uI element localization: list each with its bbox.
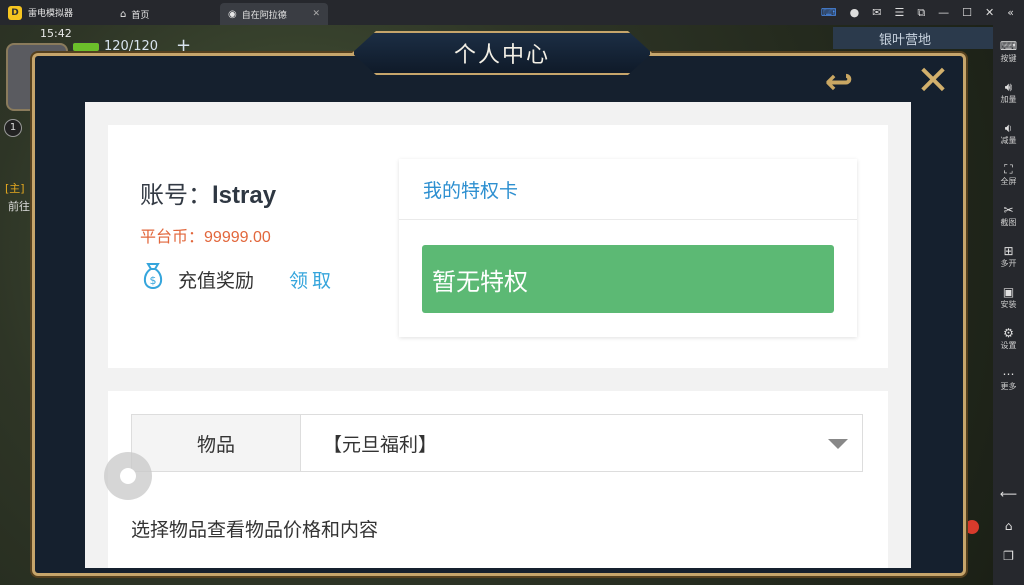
settings-icon: ⚙	[1003, 326, 1014, 340]
item-dropdown-value: 【元旦福利】	[323, 433, 438, 456]
item-select-row: 物品 【元旦福利】	[131, 414, 863, 472]
emulator-app-name: 雷电模拟器	[28, 9, 74, 19]
coins-label: 平台币：	[140, 229, 205, 246]
player-level-badge: 1	[4, 119, 22, 137]
sidebar-item-label: 更多	[1000, 382, 1017, 391]
sidebar-item-settings[interactable]: ⚙ 设置	[993, 326, 1024, 351]
account-name: 账号：lstray	[140, 175, 276, 210]
sidebar-item-label: 设置	[1000, 341, 1017, 350]
modal-back-button[interactable]: ↩	[810, 62, 868, 102]
item-hint-text: 选择物品查看物品价格和内容	[131, 519, 379, 541]
recent-apps-icon: ❐	[1003, 549, 1014, 563]
sidebar-item-label: 按键	[1000, 54, 1017, 63]
emulator-sidebar: ⌨ 按键 🔊︎ 加量 🔉︎ 减量 ⛶ 全屏 ✂ 截图 ⊞ 多开 ▣ 安装 ⚙ 设…	[993, 25, 1024, 585]
account-card: 账号：lstray 平台币：99999.00 $ 充值奖励 领取 我的特权卡 暂…	[108, 125, 888, 368]
sidebar-item-keymap[interactable]: ⌨ 按键	[993, 39, 1024, 64]
apk-install-icon: ▣	[1002, 285, 1015, 299]
no-privilege-banner: 暂无特权	[422, 245, 834, 313]
quest-tag[interactable]: [主]	[5, 180, 25, 196]
hud-time: 15:42	[40, 27, 72, 40]
sidebar-item-screenshot[interactable]: ✂ 截图	[993, 203, 1024, 228]
hud-energy: 120/120	[104, 39, 159, 54]
modal-title-plate: 个人中心	[352, 31, 652, 75]
account-prefix: 账号：	[140, 182, 212, 209]
multi-instance-icon: ⊞	[1003, 244, 1014, 258]
modal-title: 个人中心	[453, 43, 550, 68]
sidebar-item-volume-up[interactable]: 🔊︎ 加量	[993, 80, 1024, 105]
nav-back-button[interactable]: ⟵	[993, 487, 1024, 501]
gamepad-icon[interactable]: ⌨	[821, 6, 837, 19]
emulator-titlebar: D 雷电模拟器 ⌂ 首页 ◉ 自在阿拉德 ✕ ⌨ ● ✉ ☰ ⧉ — ☐ ✕ «	[0, 0, 1024, 25]
sidebar-item-label: 全屏	[1000, 177, 1017, 186]
tab-close-icon[interactable]: ✕	[312, 9, 320, 19]
collapse-icon[interactable]: «	[1007, 6, 1014, 19]
modal-close-button[interactable]: ✕	[910, 58, 956, 104]
tab-home-label: 首页	[131, 10, 150, 21]
user-icon[interactable]: ●	[850, 6, 860, 19]
energy-bar	[72, 42, 100, 52]
nav-recent-button[interactable]: ❐	[993, 549, 1024, 563]
recharge-reward-label: 充值奖励	[178, 270, 255, 292]
coins-value: 99999.00	[204, 229, 271, 246]
window-controls: ⌨ ● ✉ ☰ ⧉ — ☐ ✕ «	[821, 0, 1024, 25]
sidebar-item-label: 截图	[1000, 218, 1017, 227]
assistive-button-dot	[120, 468, 136, 484]
floating-assistive-button[interactable]	[104, 452, 152, 500]
restore-icon[interactable]: ⧉	[917, 6, 925, 20]
tab-home[interactable]: ⌂ 首页	[112, 3, 218, 25]
keyboard-icon: ⌨	[999, 39, 1018, 53]
nav-home-button[interactable]: ⌂	[993, 519, 1024, 533]
money-bag-icon: $	[140, 261, 166, 291]
mail-icon[interactable]: ✉	[872, 6, 881, 19]
game-tab-icon: ◉	[228, 8, 237, 20]
sidebar-item-more[interactable]: ⋯ 更多	[993, 367, 1024, 392]
personal-center-content: 账号：lstray 平台币：99999.00 $ 充值奖励 领取 我的特权卡 暂…	[85, 102, 911, 568]
svg-text:$: $	[150, 274, 157, 287]
items-card: 物品 【元旦福利】 选择物品查看物品价格和内容	[108, 391, 888, 568]
quest-text[interactable]: 前往	[8, 198, 30, 214]
sidebar-item-label: 安装	[1000, 300, 1017, 309]
home-icon: ⌂	[1004, 519, 1013, 533]
privilege-card-header[interactable]: 我的特权卡	[399, 159, 857, 220]
platform-coins: 平台币：99999.00	[140, 223, 271, 247]
sidebar-item-label: 多开	[1000, 259, 1017, 268]
notification-dot	[965, 520, 979, 534]
minimize-icon[interactable]: —	[938, 6, 949, 19]
close-icon[interactable]: ✕	[985, 6, 994, 19]
more-icon: ⋯	[1002, 367, 1015, 381]
sidebar-item-install[interactable]: ▣ 安装	[993, 285, 1024, 310]
sidebar-item-multi[interactable]: ⊞ 多开	[993, 244, 1024, 269]
volume-up-icon: 🔊︎	[1004, 80, 1013, 94]
tab-game[interactable]: ◉ 自在阿拉德 ✕	[220, 3, 328, 25]
game-viewport: 15:42 120/120 + 1 [主] 前往 银叶营地 个人中心 ↩ ✕ 账…	[0, 25, 993, 585]
account-username: lstray	[212, 182, 277, 209]
sidebar-item-volume-down[interactable]: 🔉︎ 减量	[993, 121, 1024, 146]
chevron-down-icon	[828, 439, 848, 449]
fullscreen-icon: ⛶	[1004, 162, 1013, 176]
sidebar-item-fullscreen[interactable]: ⛶ 全屏	[993, 162, 1024, 187]
menu-icon[interactable]: ☰	[894, 6, 904, 19]
claim-reward-link[interactable]: 领取	[289, 266, 335, 293]
location-label: 银叶营地	[833, 27, 993, 49]
back-icon: ⟵	[999, 487, 1018, 501]
item-label: 物品	[132, 415, 301, 471]
tab-game-label: 自在阿拉德	[241, 10, 287, 21]
volume-down-icon: 🔉︎	[1004, 121, 1013, 135]
screenshot-icon: ✂	[1003, 203, 1014, 217]
maximize-icon[interactable]: ☐	[962, 6, 972, 19]
emulator-logo-icon: D	[8, 5, 22, 20]
sidebar-item-label: 加量	[1000, 95, 1017, 104]
privilege-card-panel: 我的特权卡 暂无特权	[399, 159, 857, 337]
item-dropdown[interactable]: 【元旦福利】	[301, 415, 862, 471]
home-icon: ⌂	[120, 8, 127, 20]
sidebar-item-label: 减量	[1000, 136, 1017, 145]
